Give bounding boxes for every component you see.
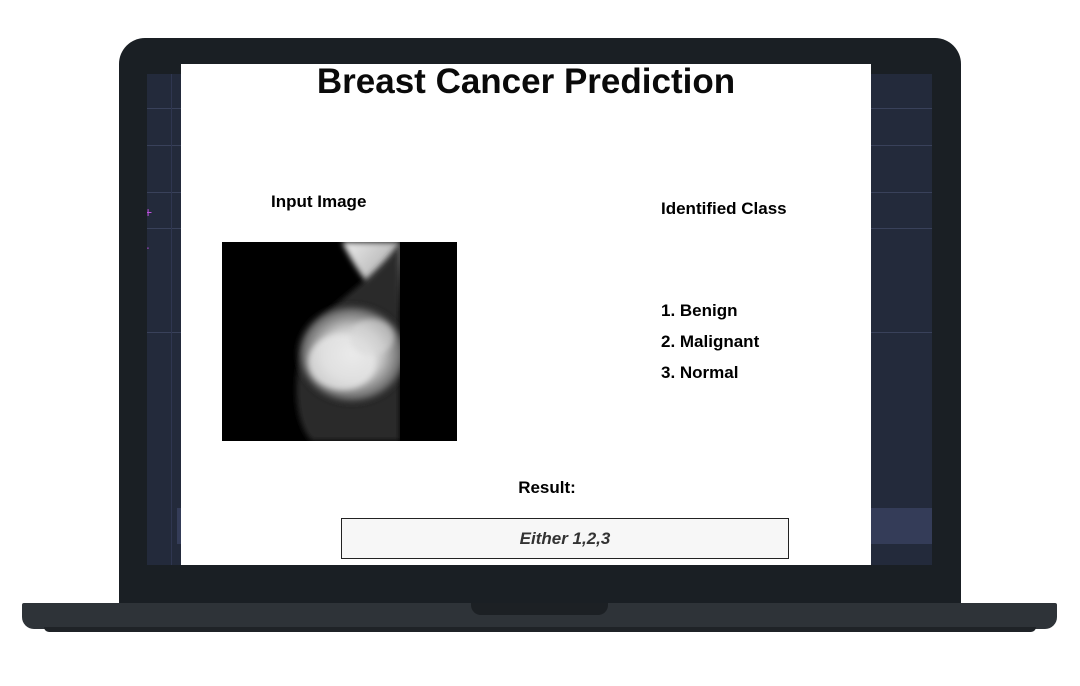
class-item-malignant: 2. Malignant [661, 332, 760, 351]
dash-icon: - [147, 242, 149, 256]
page-title: Breast Cancer Prediction [316, 64, 736, 101]
input-image-label: Input Image [271, 192, 367, 211]
background-divider [171, 74, 172, 565]
plus-icon: + [147, 204, 153, 220]
class-item-benign: 1. Benign [661, 301, 738, 320]
mammogram-graphic [222, 242, 457, 441]
class-item-normal: 3. Normal [661, 363, 739, 382]
prediction-app-window: Breast Cancer Prediction Input Image Ide… [181, 64, 871, 565]
laptop-notch [471, 603, 608, 615]
laptop-base-shadow [44, 627, 1036, 632]
mammogram-image [222, 242, 457, 441]
result-output-box: Either 1,2,3 [341, 518, 789, 559]
identified-class-label: Identified Class [661, 199, 787, 218]
class-list: 1. Benign 2. Malignant 3. Normal [661, 300, 759, 393]
result-label: Result: [518, 478, 576, 497]
laptop-mockup: + - Breast Cancer Prediction Input Image… [0, 0, 1080, 686]
result-value: Either 1,2,3 [519, 528, 611, 548]
